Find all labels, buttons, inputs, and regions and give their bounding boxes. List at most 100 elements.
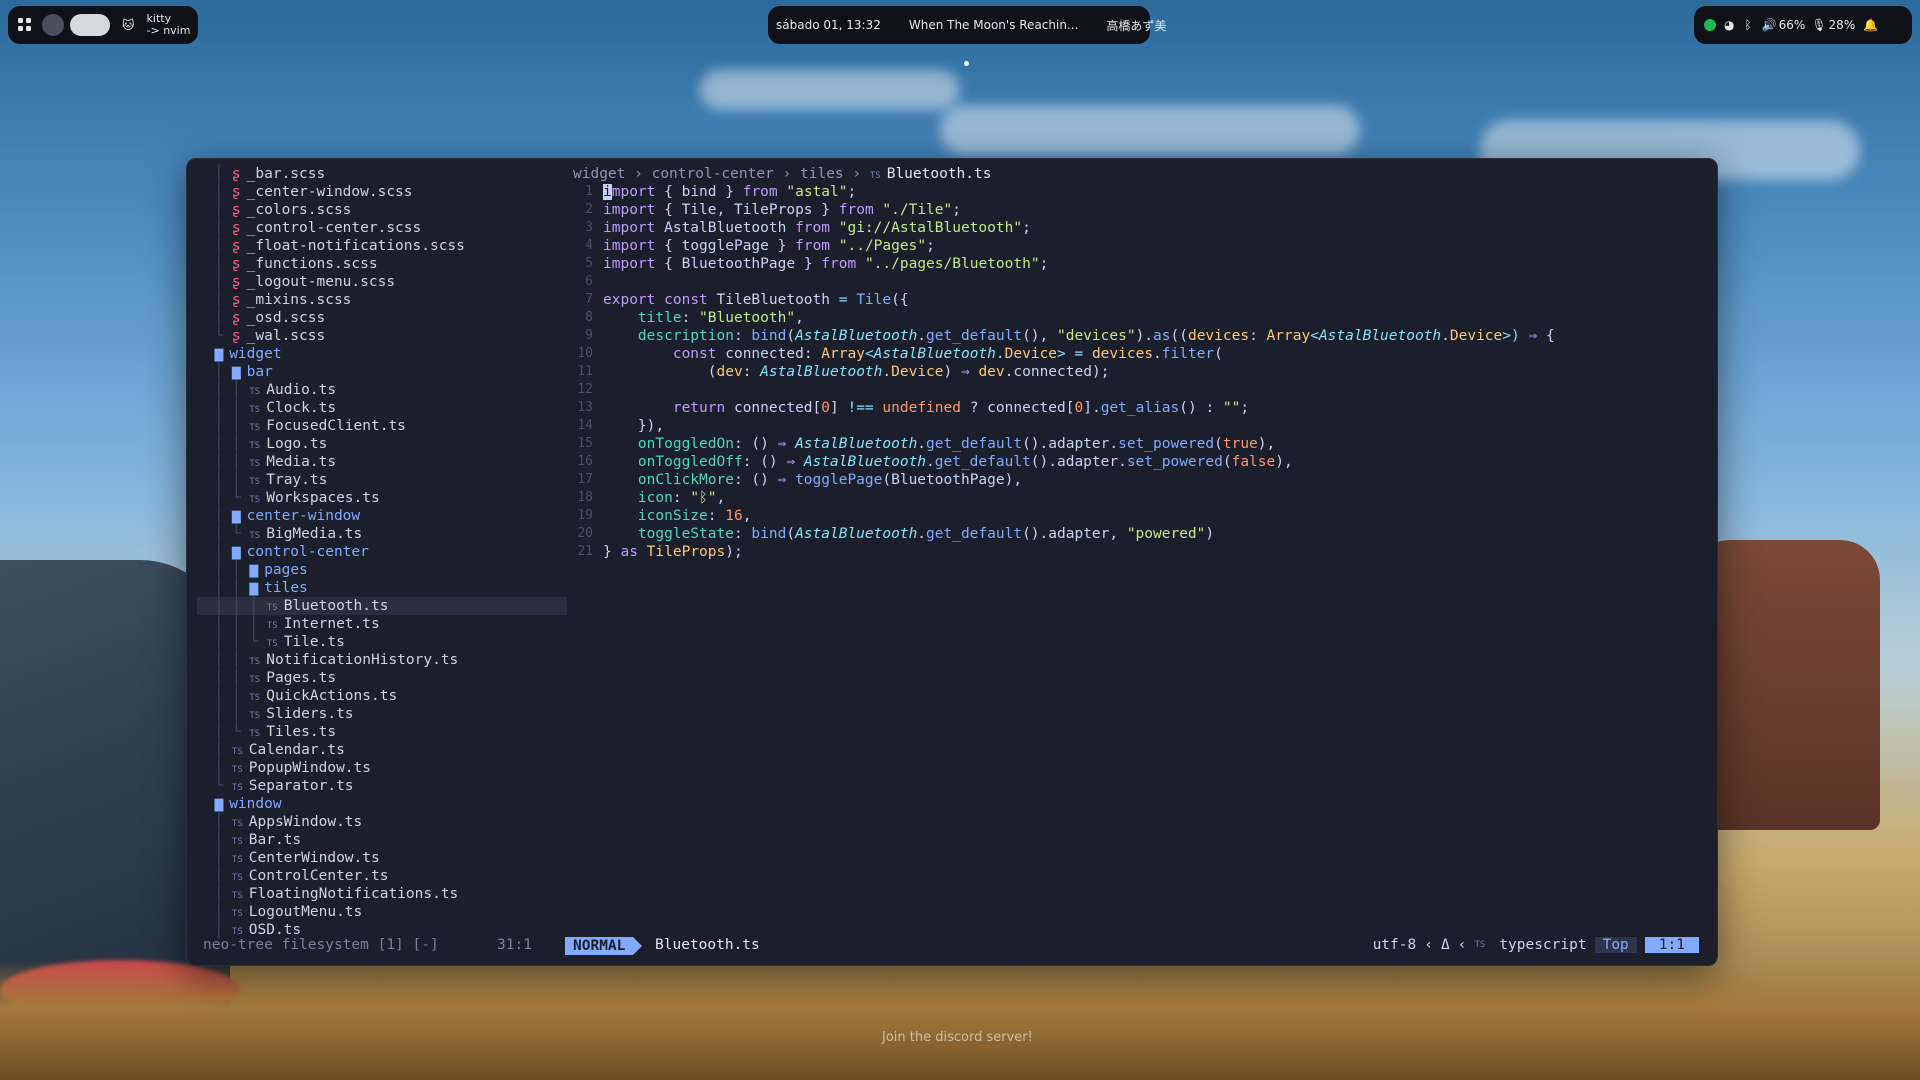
tree-folder[interactable]: │ ▆ center-window (197, 507, 567, 525)
tree-file[interactable]: │ └ TS BigMedia.ts (197, 525, 567, 543)
code-line[interactable]: 20 toggleState: bind(AstalBluetooth.get_… (573, 525, 1713, 543)
tree-file[interactable]: │ TS AppsWindow.ts (197, 813, 567, 831)
tree-file[interactable]: │ │ │ TS Bluetooth.ts (197, 597, 567, 615)
typescript-icon: TS (231, 837, 243, 847)
workspace-indicator-active[interactable] (70, 14, 110, 36)
workspace-indicator[interactable] (42, 14, 64, 36)
spotify-icon[interactable] (1704, 19, 1716, 31)
tree-file[interactable]: │ │ │ TS Internet.ts (197, 615, 567, 633)
tree-file[interactable]: │ │ └ TS Tile.ts (197, 633, 567, 651)
tree-file[interactable]: └ ʂ _wal.scss (197, 327, 567, 345)
code-line[interactable]: 3 import AstalBluetooth from "gi://AstalB… (573, 219, 1713, 237)
tree-file[interactable]: │ ʂ _bar.scss (197, 165, 567, 183)
code-line[interactable]: 5 import { BluetoothPage } from "../pages… (573, 255, 1713, 273)
media-artist[interactable]: 高橋あず美 (1098, 17, 1174, 34)
volume-level[interactable]: 66% (1779, 18, 1806, 32)
breadcrumb-item[interactable]: control-center (652, 166, 774, 182)
tree-indent-guide: │ (197, 868, 232, 884)
network-icon[interactable]: ◕ (1724, 18, 1734, 32)
tree-folder[interactable]: │ ▆ control-center (197, 543, 567, 561)
bell-icon[interactable]: 🔔 (1863, 18, 1878, 32)
tree-file[interactable]: │ TS FloatingNotifications.ts (197, 885, 567, 903)
tree-file[interactable]: │ TS ControlCenter.ts (197, 867, 567, 885)
code-line[interactable]: 14 }), (573, 417, 1713, 435)
tree-status: neo-tree filesystem [1] [-] (203, 937, 439, 953)
tree-file[interactable]: │ │ TS Logo.ts (197, 435, 567, 453)
breadcrumb-item[interactable]: widget (573, 166, 625, 182)
tree-file[interactable]: │ ʂ _functions.scss (197, 255, 567, 273)
tree-file[interactable]: │ │ TS Sliders.ts (197, 705, 567, 723)
code-line[interactable]: 15 onToggledOn: () ⇒ AstalBluetooth.get_… (573, 435, 1713, 453)
code-text: import { bind } from "astal"; (603, 184, 857, 200)
kitty-icon: 🐱 (122, 18, 135, 32)
volume-icon[interactable]: 🔊 (1762, 18, 1777, 32)
tree-file[interactable]: │ │ TS Media.ts (197, 453, 567, 471)
breadcrumb-current[interactable]: Bluetooth.ts (887, 166, 992, 182)
tree-item-label: bar (246, 364, 273, 380)
tree-indent-guide: │ (197, 742, 232, 758)
line-number: 1 (585, 184, 593, 199)
bluetooth-icon[interactable]: ᛒ (1744, 18, 1751, 32)
tree-file[interactable]: │ ʂ _center-window.scss (197, 183, 567, 201)
code-line[interactable]: 9 description: bind(AstalBluetooth.get_d… (573, 327, 1713, 345)
tree-indent-guide: │ (197, 760, 232, 776)
tree-file[interactable]: │ │ TS QuickActions.ts (197, 687, 567, 705)
tree-file[interactable]: │ └ TS Workspaces.ts (197, 489, 567, 507)
code-line[interactable]: 4 import { togglePage } from "../Pages"; (573, 237, 1713, 255)
topbar-center: sábado 01, 13:32 When The Moon's Reachin… (768, 6, 1166, 44)
tree-file[interactable]: └ TS Separator.ts (197, 777, 567, 795)
typescript-icon: TS (231, 873, 243, 883)
tree-file[interactable]: │ TS LogoutMenu.ts (197, 903, 567, 921)
tree-file[interactable]: │ │ TS NotificationHistory.ts (197, 651, 567, 669)
tree-item-label: Sliders.ts (266, 706, 354, 722)
tree-folder[interactable]: │ │ ▆ pages (197, 561, 567, 579)
tree-file[interactable]: │ TS Calendar.ts (197, 741, 567, 759)
chevron-left-icon: ‹ (1457, 937, 1467, 953)
tree-file[interactable]: │ │ TS Audio.ts (197, 381, 567, 399)
microphone-level[interactable]: 28% (1829, 18, 1856, 32)
tree-item-label: _wal.scss (246, 328, 326, 344)
tree-file[interactable]: │ ʂ _float-notifications.scss (197, 237, 567, 255)
typescript-icon: TS (249, 729, 261, 739)
code-buffer[interactable]: 1 import { bind } from "astal"; 2 import { … (573, 183, 1713, 561)
tree-file[interactable]: │ ʂ _logout-menu.scss (197, 273, 567, 291)
code-line[interactable]: 10 const connected: Array<AstalBluetooth… (573, 345, 1713, 363)
code-line[interactable]: 19 iconSize: 16, (573, 507, 1713, 525)
code-line[interactable]: 16 onToggledOff: () ⇒ AstalBluetooth.get… (573, 453, 1713, 471)
clock[interactable]: sábado 01, 13:32 (768, 18, 889, 32)
code-line[interactable]: 8 title: "Bluetooth", (573, 309, 1713, 327)
tree-file[interactable]: │ TS CenterWindow.ts (197, 849, 567, 867)
tree-file[interactable]: │ TS Bar.ts (197, 831, 567, 849)
tree-file[interactable]: │ │ TS Clock.ts (197, 399, 567, 417)
code-line[interactable]: 1 import { bind } from "astal"; (573, 183, 1713, 201)
tree-file[interactable]: │ ʂ _mixins.scss (197, 291, 567, 309)
code-line[interactable]: 21} as TileProps); (573, 543, 1713, 561)
code-line[interactable]: 7 export const TileBluetooth = Tile({ (573, 291, 1713, 309)
tree-folder[interactable]: │ ▆ bar (197, 363, 567, 381)
tree-file[interactable]: │ ʂ _control-center.scss (197, 219, 567, 237)
tree-file[interactable]: │ TS PopupWindow.ts (197, 759, 567, 777)
tree-file[interactable]: │ └ TS Tiles.ts (197, 723, 567, 741)
tree-file[interactable]: │ │ TS Tray.ts (197, 471, 567, 489)
code-line[interactable]: 18 icon: "ᛒ", (573, 489, 1713, 507)
apps-grid-icon[interactable] (18, 18, 32, 32)
tree-file[interactable]: │ │ TS FocusedClient.ts (197, 417, 567, 435)
media-title[interactable]: When The Moon's Reachin... (901, 18, 1087, 32)
editor-pane[interactable]: widget › control-center › tiles › TS Blue… (573, 165, 1713, 925)
breadcrumb-item[interactable]: tiles (800, 166, 844, 182)
tree-file[interactable]: │ ʂ _osd.scss (197, 309, 567, 327)
code-line[interactable]: 6 (573, 273, 1713, 291)
tree-folder[interactable]: ▆ widget (197, 345, 567, 363)
code-line[interactable]: 13 return connected[0] !== undefined ? c… (573, 399, 1713, 417)
code-line[interactable]: 17 onClickMore: () ⇒ togglePage(Bluetoot… (573, 471, 1713, 489)
code-line[interactable]: 2 import { Tile, TileProps } from "./Tile… (573, 201, 1713, 219)
tree-folder[interactable]: ▆ window (197, 795, 567, 813)
code-line[interactable]: 11 (dev: AstalBluetooth.Device) ⇒ dev.co… (573, 363, 1713, 381)
code-line[interactable]: 12 (573, 381, 1713, 399)
typescript-icon: TS (249, 531, 261, 541)
tree-folder[interactable]: │ │ ▆ tiles (197, 579, 567, 597)
tree-item-label: pages (264, 562, 308, 578)
microphone-icon[interactable]: 🎙 (1811, 18, 1826, 32)
tree-file[interactable]: │ ʂ _colors.scss (197, 201, 567, 219)
tree-file[interactable]: │ │ TS Pages.ts (197, 669, 567, 687)
